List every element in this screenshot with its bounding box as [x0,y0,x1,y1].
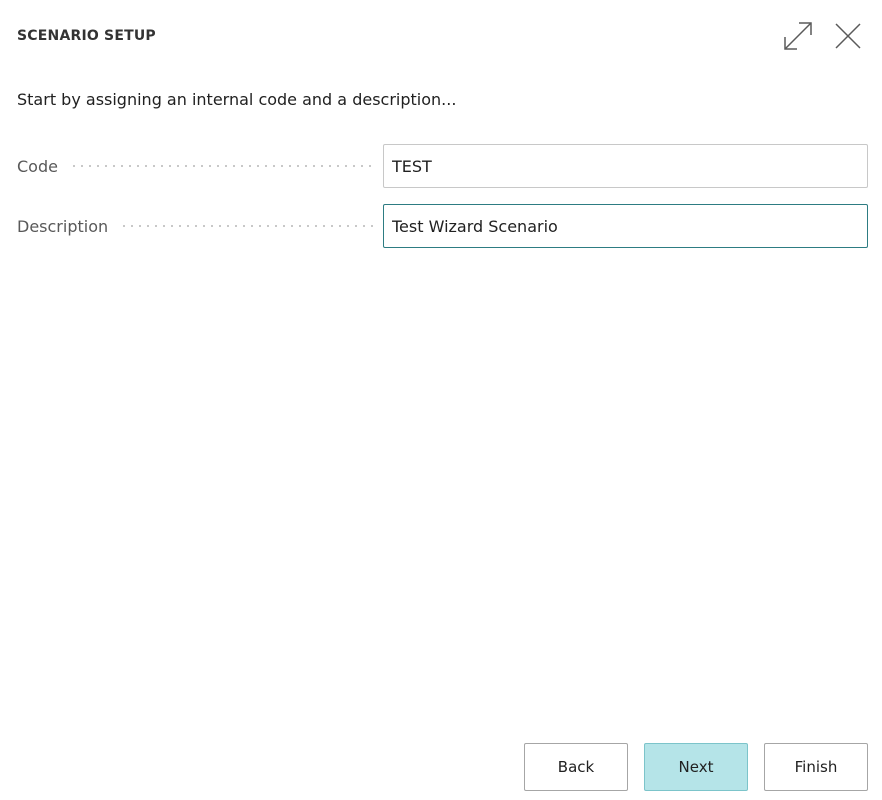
description-label: Description [17,216,109,236]
description-label-wrap: Description [17,217,383,236]
code-label-wrap: Code [17,157,383,176]
next-button[interactable]: Next [644,743,748,791]
dotted-leader [69,165,373,167]
close-icon [833,21,863,55]
code-label: Code [17,156,58,176]
finish-button[interactable]: Finish [764,743,868,791]
code-field-row: Code [17,144,868,188]
code-field[interactable] [383,144,868,188]
intro-text: Start by assigning an internal code and … [17,90,457,109]
back-button[interactable]: Back [524,743,628,791]
dialog-header-actions [780,20,866,56]
description-field[interactable] [383,204,868,248]
dialog-title: SCENARIO SETUP [17,28,156,44]
close-button[interactable] [830,20,866,56]
dotted-leader [120,225,373,227]
scenario-setup-dialog: SCENARIO SETUP Start by assigning an int… [0,0,882,800]
expand-arrows-icon [781,19,815,57]
description-field-row: Description [17,204,868,248]
expand-button[interactable] [780,20,816,56]
dialog-footer: Back Next Finish [524,743,868,791]
